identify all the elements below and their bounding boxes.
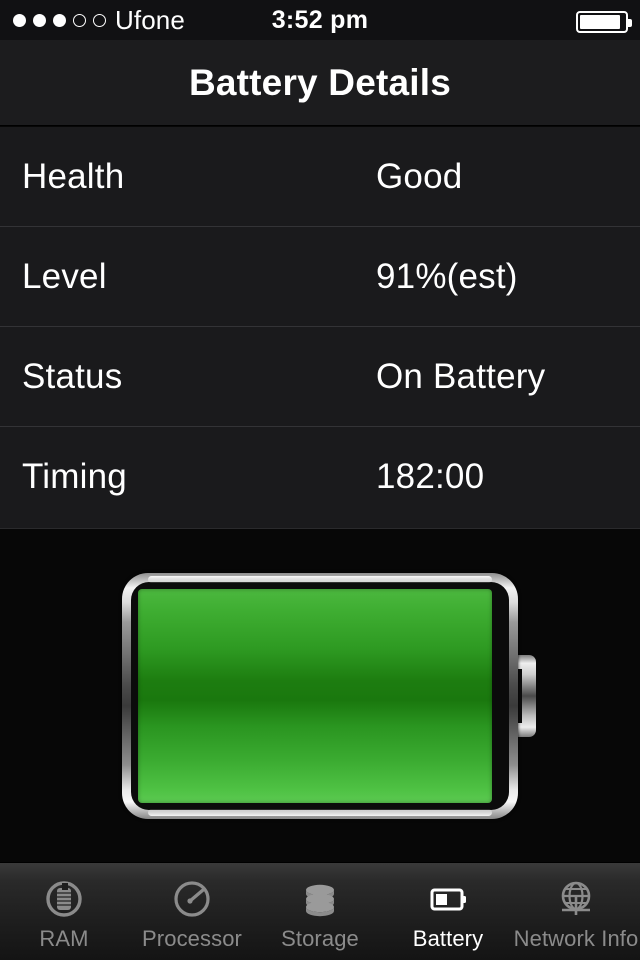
table-row[interactable]: Level 91%(est) — [0, 227, 640, 327]
table-row[interactable]: Timing 182:00 — [0, 427, 640, 527]
row-value-status: On Battery — [376, 356, 546, 396]
row-label-health: Health — [22, 156, 125, 196]
tab-ram[interactable]: RAM — [0, 863, 128, 960]
tab-label-network-info: Network Info — [513, 926, 639, 951]
battery-fill-level — [138, 589, 492, 803]
tab-label-storage: Storage — [281, 926, 359, 951]
status-bar-clock: 3:52 pm — [271, 5, 369, 34]
table-row[interactable]: Status On Battery — [0, 327, 640, 427]
battery-gloss-top — [148, 576, 492, 583]
tab-label-ram: RAM — [39, 926, 89, 951]
navigation-bar: Battery Details — [0, 40, 640, 126]
tab-storage[interactable]: Storage — [256, 863, 384, 960]
tab-label-processor: Processor — [142, 926, 242, 951]
row-value-level: 91%(est) — [376, 256, 518, 296]
disk-stack-icon — [294, 875, 346, 923]
battery-icon — [422, 875, 474, 923]
row-label-level: Level — [22, 256, 107, 296]
status-bar: Ufone 3:52 pm — [0, 0, 640, 40]
row-value-timing: 182:00 — [376, 457, 485, 496]
app-screen: Ufone 3:52 pm Battery Details Health Goo… — [0, 0, 640, 960]
page-title: Battery Details — [188, 61, 452, 103]
ram-chip-icon — [38, 875, 90, 923]
tab-bar: RAM Processor Storage Battery Network In… — [0, 862, 640, 960]
tab-network-info[interactable]: Network Info — [512, 863, 640, 960]
tab-processor[interactable]: Processor — [128, 863, 256, 960]
speedometer-icon — [166, 875, 218, 923]
status-bar-battery-icon — [576, 11, 632, 33]
status-bar-battery-fill — [580, 15, 621, 29]
globe-icon — [550, 875, 602, 923]
row-value-health: Good — [376, 156, 463, 196]
battery-details-table: Health Good Level 91%(est) Status On Bat… — [0, 127, 640, 528]
battery-large-icon — [122, 573, 536, 819]
battery-graphic-area — [0, 528, 640, 862]
tab-label-battery: Battery — [412, 926, 484, 951]
battery-gloss-bottom — [148, 809, 492, 816]
table-row[interactable]: Health Good — [0, 127, 640, 227]
tab-battery[interactable]: Battery — [384, 863, 512, 960]
row-label-timing: Timing — [22, 457, 127, 496]
status-bar-battery-nub — [628, 19, 632, 27]
row-label-status: Status — [22, 356, 123, 396]
